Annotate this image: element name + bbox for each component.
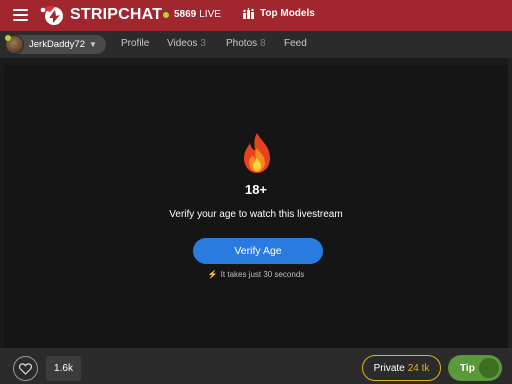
live-dot-icon <box>163 11 169 18</box>
age-heading: 18+ <box>244 182 268 197</box>
avatar <box>5 35 24 54</box>
verify-age-button[interactable]: Verify Age <box>193 238 323 264</box>
private-price: 24 tk <box>407 362 430 374</box>
top-models-label: Top Models <box>260 8 315 19</box>
verify-age-label: Verify Age <box>234 245 282 257</box>
age-gate-message: Verify your age to watch this livestream <box>169 209 343 220</box>
lightning-icon: ⚡ <box>207 270 218 279</box>
tab-profile[interactable]: Profile <box>121 38 149 49</box>
hint-text: It takes just 30 seconds <box>220 270 305 279</box>
live-count: 5869 <box>174 9 197 20</box>
stripchat-logo-icon <box>40 4 66 26</box>
live-counter[interactable]: 5869 LIVE <box>163 9 221 20</box>
tab-label: Photos <box>226 38 258 49</box>
tab-videos[interactable]: Videos 3 <box>167 38 206 49</box>
scrollbar-track[interactable] <box>508 58 512 348</box>
tip-button[interactable]: Tip <box>448 355 502 381</box>
top-models-link[interactable]: Top Models <box>243 8 315 19</box>
heart-icon <box>19 362 32 375</box>
tab-count: 8 <box>260 38 266 49</box>
fire-icon <box>239 131 275 175</box>
chevron-down-icon: ▼ <box>88 40 97 49</box>
tip-label: Tip <box>460 362 475 374</box>
private-show-button[interactable]: Private 24 tk <box>362 355 441 381</box>
top-models-icon <box>243 8 254 19</box>
favorite-button[interactable] <box>13 356 38 381</box>
tab-label: Videos <box>167 38 198 49</box>
likes-count: 1.6k <box>46 356 81 381</box>
age-gate-hint: ⚡ It takes just 30 seconds <box>0 270 512 279</box>
tab-feed[interactable]: Feed <box>284 38 307 49</box>
live-label: LIVE <box>199 9 221 20</box>
tab-label: Feed <box>284 38 307 49</box>
tab-count: 3 <box>200 38 206 49</box>
stripchat-logo[interactable]: STRIPCHAT <box>40 4 162 26</box>
stream-player <box>4 65 508 348</box>
username: JerkDaddy72 <box>29 39 85 50</box>
user-menu[interactable]: JerkDaddy72 ▼ <box>5 35 106 54</box>
online-status-icon <box>5 35 11 41</box>
top-bar: STRIPCHAT 5869 LIVE Top Models <box>0 0 512 31</box>
tab-label: Profile <box>121 38 150 49</box>
private-label: Private <box>373 362 405 374</box>
brand-name: STRIPCHAT <box>70 6 163 23</box>
tab-photos[interactable]: Photos 8 <box>226 38 266 49</box>
tip-toggle-knob <box>479 358 499 378</box>
hamburger-icon[interactable] <box>13 9 28 21</box>
